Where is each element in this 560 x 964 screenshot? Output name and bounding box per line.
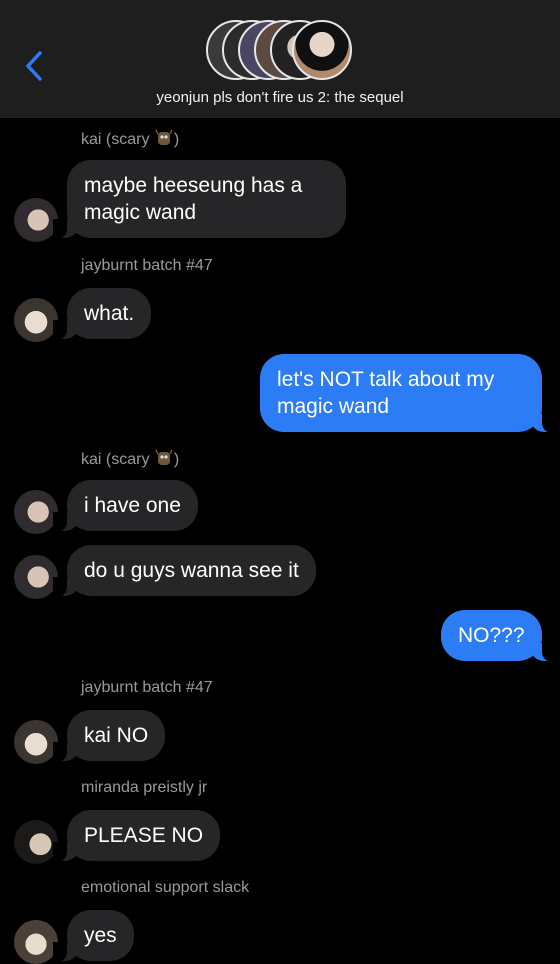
- message-bubble-outgoing[interactable]: NO???: [441, 610, 556, 662]
- message-bubble-outgoing[interactable]: let's NOT talk about my magic wand: [260, 354, 556, 433]
- sender-name: kai (scary ): [81, 449, 180, 468]
- message-thread: kai (scary ) maybe heeseung has a magic …: [0, 118, 560, 964]
- group-avatar: [292, 20, 352, 80]
- group-avatar-stack[interactable]: [206, 20, 356, 80]
- chevron-left-icon: [26, 51, 42, 81]
- message-bubble-incoming[interactable]: i have one: [53, 480, 198, 532]
- message-bubble-incoming[interactable]: what.: [52, 288, 152, 340]
- avatar[interactable]: [14, 555, 58, 599]
- avatar[interactable]: [14, 198, 58, 242]
- sender-name: kai (scary ): [81, 129, 180, 148]
- back-button[interactable]: [20, 48, 48, 84]
- sender-name: miranda preistly jr: [81, 779, 208, 796]
- avatar[interactable]: [14, 920, 58, 964]
- message-bubble-incoming[interactable]: yes: [53, 910, 134, 962]
- message-bubble-incoming[interactable]: kai NO: [52, 710, 166, 762]
- sender-name: jayburnt batch #47: [81, 679, 213, 696]
- message-bubble-incoming[interactable]: maybe heeseung has a magic wand: [53, 160, 346, 239]
- avatar[interactable]: [14, 490, 58, 534]
- chat-header: yeonjun pls don't fire us 2: the sequel: [0, 0, 560, 118]
- avatar[interactable]: [14, 820, 58, 864]
- sender-name: emotional support slack: [81, 879, 250, 896]
- avatar[interactable]: [14, 720, 58, 764]
- monster-emoji: [154, 129, 174, 147]
- group-title[interactable]: yeonjun pls don't fire us 2: the sequel: [0, 89, 560, 106]
- message-bubble-incoming[interactable]: PLEASE NO: [52, 810, 221, 862]
- avatar[interactable]: [14, 298, 58, 342]
- message-bubble-incoming[interactable]: do u guys wanna see it: [53, 545, 316, 597]
- sender-name: jayburnt batch #47: [81, 257, 213, 274]
- monster-emoji: [154, 449, 174, 467]
